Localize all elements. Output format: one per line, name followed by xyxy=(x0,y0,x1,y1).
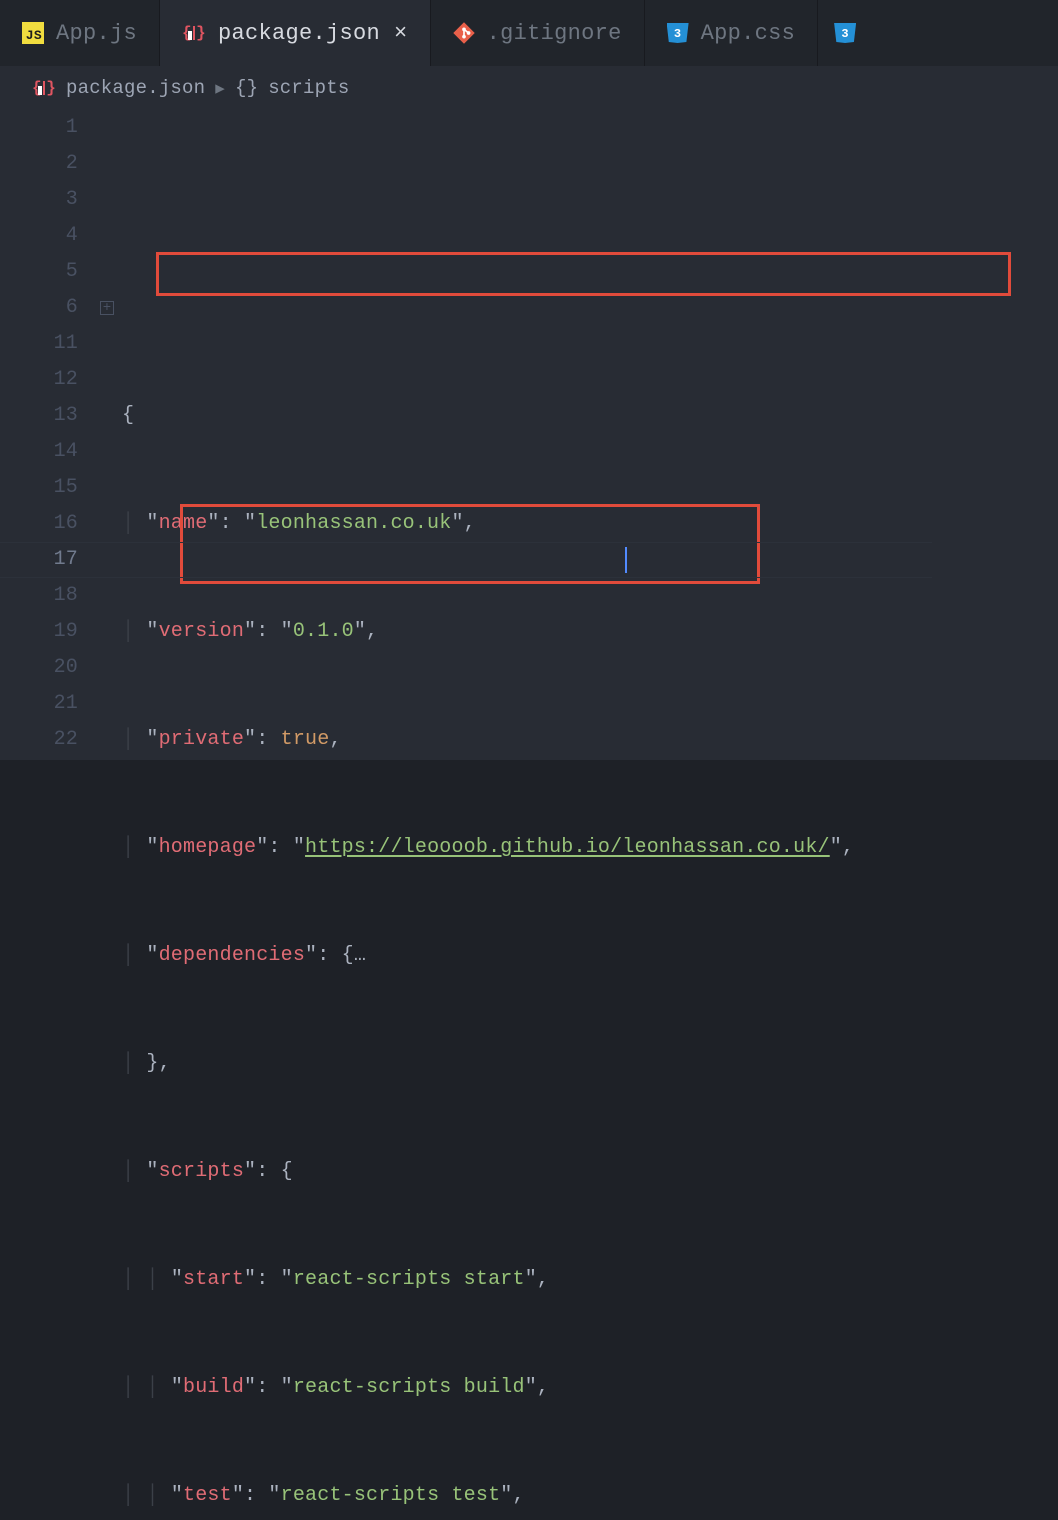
object-icon: {} xyxy=(235,77,258,99)
breadcrumb-file[interactable]: package.json xyxy=(66,77,205,99)
code-area[interactable]: { │ "name": "leonhassan.co.uk", │ "versi… xyxy=(122,110,854,760)
css-icon: 3 xyxy=(834,23,856,43)
tab-app-js[interactable]: JS App.js xyxy=(0,0,160,66)
tab-label: package.json xyxy=(218,21,380,46)
fold-expand-icon[interactable]: + xyxy=(100,301,114,315)
tab-label: .gitignore xyxy=(487,21,622,46)
highlight-homepage xyxy=(156,252,1011,296)
current-line-indicator xyxy=(0,542,932,578)
close-icon[interactable]: × xyxy=(394,21,408,46)
breadcrumb: {} package.json ▸ {} scripts xyxy=(0,66,1058,110)
tab-label: App.js xyxy=(56,21,137,46)
js-icon: JS xyxy=(22,22,44,44)
tab-overflow[interactable]: 3 xyxy=(818,0,872,66)
npm-icon: {} xyxy=(182,26,206,40)
npm-icon: {} xyxy=(32,81,56,95)
tab-bar: JS App.js {} package.json × .gitignore 3… xyxy=(0,0,1058,66)
cursor xyxy=(625,547,627,573)
git-icon xyxy=(453,22,475,44)
editor[interactable]: 1 2 3 4 5 6 11 12 13 14 15 16 17 18 19 2… xyxy=(0,110,1058,760)
css-icon: 3 xyxy=(667,23,689,43)
gutter: 1 2 3 4 5 6 11 12 13 14 15 16 17 18 19 2… xyxy=(0,110,92,760)
breadcrumb-symbol[interactable]: scripts xyxy=(268,77,349,99)
chevron-right-icon: ▸ xyxy=(215,77,225,100)
tab-package-json[interactable]: {} package.json × xyxy=(160,0,431,66)
fold-column: + xyxy=(92,110,122,760)
tab-app-css[interactable]: 3 App.css xyxy=(645,0,819,66)
tab-gitignore[interactable]: .gitignore xyxy=(431,0,645,66)
tab-label: App.css xyxy=(701,21,796,46)
